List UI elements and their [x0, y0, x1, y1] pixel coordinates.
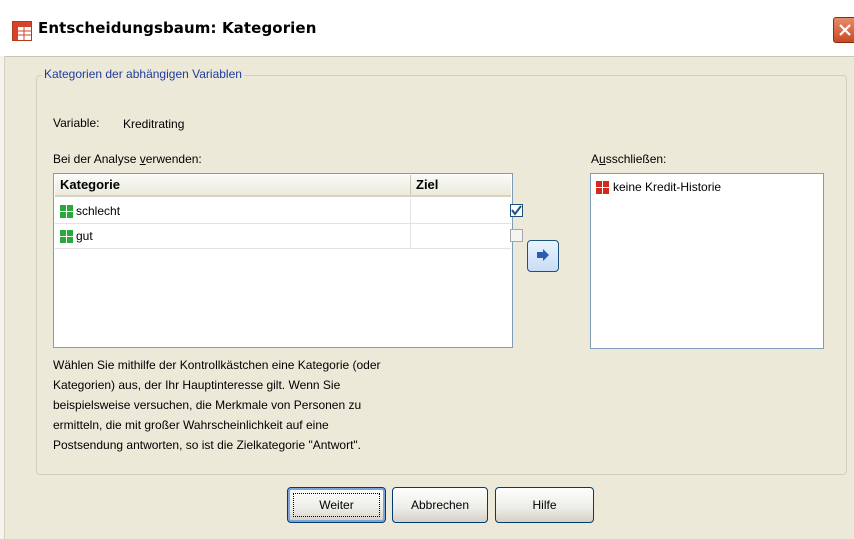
- close-button[interactable]: [833, 17, 854, 43]
- help-line: Postsendung antworten, so ist die Zielka…: [53, 438, 362, 452]
- exclude-list-label: Ausschließen:: [591, 152, 667, 166]
- move-right-arrow-icon: [537, 249, 549, 261]
- window-title: Entscheidungsbaum: Kategorien: [38, 19, 317, 37]
- move-to-exclude-button[interactable]: [527, 240, 559, 272]
- help-line: ermitteln, die mit großer Wahrscheinlich…: [53, 418, 329, 432]
- help-line: Kategorien) aus, der Ihr Hauptinteresse …: [53, 378, 341, 392]
- help-button-label: Hilfe: [532, 498, 557, 512]
- decision-tree-table-icon: [12, 21, 32, 41]
- green-category-icon: [60, 230, 73, 243]
- continue-button[interactable]: Weiter: [287, 487, 386, 523]
- help-line: Wählen Sie mithilfe der Kontrollkästchen…: [53, 358, 381, 372]
- table-header: Kategorie Ziel: [55, 175, 511, 197]
- table-row[interactable]: schlecht: [55, 199, 523, 224]
- variable-label: Variable:: [53, 116, 100, 130]
- dialog-window: Entscheidungsbaum: Kategorien Kategorien…: [0, 0, 854, 539]
- use-categories-table[interactable]: Kategorie Ziel schlecht gut: [53, 173, 523, 348]
- excluded-category-label: keine Kredit-Historie: [613, 180, 722, 194]
- variable-value: Kreditrating: [123, 117, 185, 131]
- use-list-label: Bei der Analyse verwenden:: [53, 152, 202, 166]
- close-icon: [839, 24, 851, 36]
- exclude-list[interactable]: keine Kredit-Historie: [590, 173, 824, 349]
- window-left-border: [0, 56, 5, 539]
- cell-divider: [410, 199, 411, 223]
- cancel-button[interactable]: Abbrechen: [392, 487, 488, 523]
- help-line: beispielsweise versuchen, die Merkmale v…: [53, 398, 362, 412]
- title-bar: Entscheidungsbaum: Kategorien: [0, 0, 854, 57]
- checkmark-icon: [511, 205, 522, 216]
- group-legend: Kategorien der abhängigen Variablen: [42, 67, 244, 81]
- category-label: schlecht: [76, 204, 121, 218]
- help-text: Wählen Sie mithilfe der Kontrollkästchen…: [53, 355, 523, 455]
- category-label: gut: [76, 229, 93, 243]
- target-checkbox-checked[interactable]: [510, 204, 523, 217]
- table-row[interactable]: gut: [55, 224, 523, 249]
- cancel-button-label: Abbrechen: [410, 498, 470, 512]
- column-header-category[interactable]: Kategorie: [55, 175, 411, 195]
- column-header-target[interactable]: Ziel: [411, 175, 511, 195]
- cell-divider: [410, 224, 411, 248]
- red-category-icon: [596, 181, 609, 194]
- target-checkbox-unchecked[interactable]: [510, 229, 523, 242]
- focus-rect: [293, 493, 380, 517]
- help-button[interactable]: Hilfe: [495, 487, 594, 523]
- green-category-icon: [60, 205, 73, 218]
